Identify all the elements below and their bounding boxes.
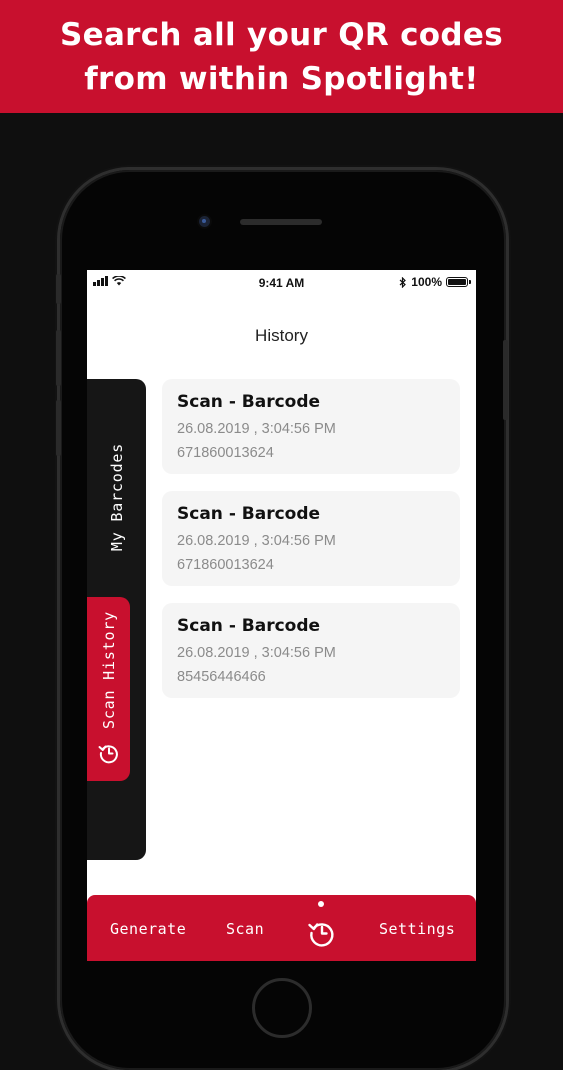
history-card-code: 671860013624 bbox=[177, 445, 274, 461]
tab-my-barcodes[interactable]: My Barcodes bbox=[87, 397, 146, 597]
phone-power-button bbox=[503, 340, 508, 420]
promo-headline: Search all your QR codes from within Spo… bbox=[60, 13, 503, 101]
promo-headline-line-2: from within Spotlight! bbox=[84, 60, 479, 97]
status-bar: 9:41 AM 100% bbox=[87, 270, 476, 296]
nav-history-icon[interactable] bbox=[306, 917, 338, 949]
history-card-title: Scan - Barcode bbox=[177, 504, 321, 524]
history-card-date: 26.08.2019 , 3:04:56 PM bbox=[177, 645, 336, 661]
bluetooth-icon bbox=[399, 276, 407, 288]
bottom-nav-bar: Generate Scan Settings bbox=[87, 895, 476, 961]
promo-banner: Search all your QR codes from within Spo… bbox=[0, 0, 563, 113]
history-card-title: Scan - Barcode bbox=[177, 616, 321, 636]
nav-generate[interactable]: Generate bbox=[110, 920, 186, 938]
page-title: History bbox=[255, 326, 308, 345]
app-screen: 9:41 AM 100% History My Barcodes Scan Hi… bbox=[87, 270, 476, 961]
phone-volume-up bbox=[56, 330, 61, 386]
history-card-code: 671860013624 bbox=[177, 557, 274, 573]
history-card-code: 85456446466 bbox=[177, 669, 266, 685]
tab-scan-history[interactable]: Scan History bbox=[87, 597, 130, 781]
history-card-title: Scan - Barcode bbox=[177, 392, 321, 412]
phone-volume-down bbox=[56, 400, 61, 456]
tab-scan-history-label: Scan History bbox=[99, 611, 118, 729]
history-card[interactable]: Scan - Barcode 26.08.2019 , 3:04:56 PM 8… bbox=[162, 603, 460, 698]
front-camera bbox=[199, 216, 210, 227]
active-indicator-dot bbox=[318, 901, 324, 907]
nav-scan[interactable]: Scan bbox=[226, 920, 264, 938]
tab-my-barcodes-label: My Barcodes bbox=[107, 442, 126, 552]
history-card-date: 26.08.2019 , 3:04:56 PM bbox=[177, 533, 336, 549]
home-button bbox=[252, 978, 312, 1038]
history-list: Scan - Barcode 26.08.2019 , 3:04:56 PM 6… bbox=[162, 379, 460, 715]
side-tab-panel: My Barcodes Scan History bbox=[87, 379, 146, 860]
phone-mute-switch bbox=[56, 274, 61, 304]
battery-percentage: 100% bbox=[411, 275, 442, 289]
battery-icon bbox=[446, 277, 471, 287]
promo-headline-line-1: Search all your QR codes bbox=[60, 16, 503, 53]
history-card[interactable]: Scan - Barcode 26.08.2019 , 3:04:56 PM 6… bbox=[162, 491, 460, 586]
nav-settings[interactable]: Settings bbox=[379, 920, 455, 938]
history-card-date: 26.08.2019 , 3:04:56 PM bbox=[177, 421, 336, 437]
history-icon bbox=[98, 745, 118, 764]
history-card[interactable]: Scan - Barcode 26.08.2019 , 3:04:56 PM 6… bbox=[162, 379, 460, 474]
earpiece-speaker bbox=[240, 219, 322, 225]
